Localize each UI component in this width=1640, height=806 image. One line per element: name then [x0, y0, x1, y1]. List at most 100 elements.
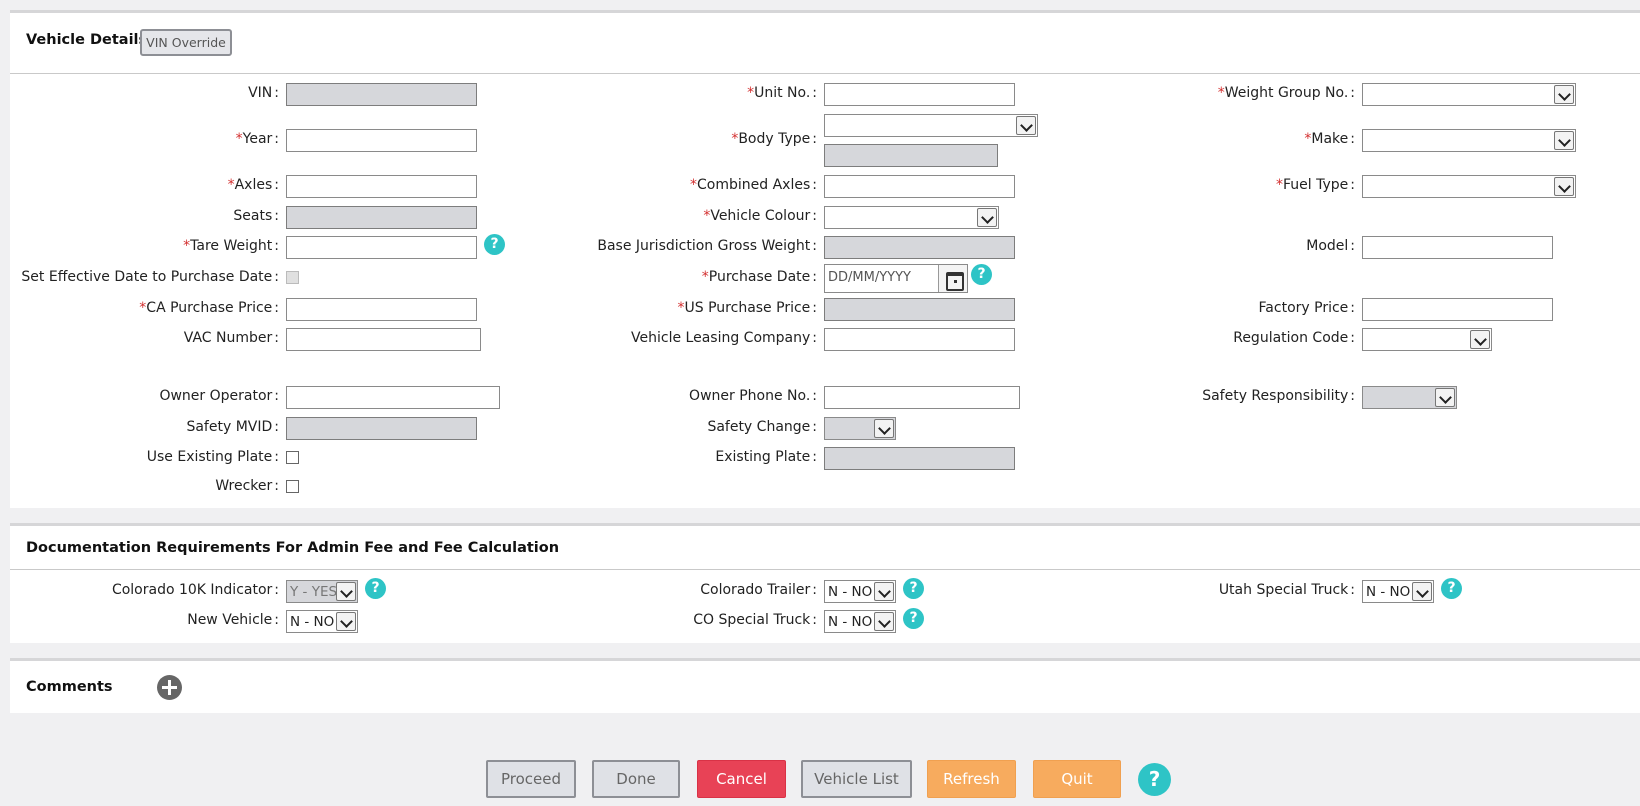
colorado-10k-select[interactable]: Y - YES — [286, 580, 358, 603]
owner-operator-input[interactable] — [286, 386, 500, 409]
set-effective-date-checkbox[interactable] — [286, 271, 299, 284]
safety-responsibility-label: Safety Responsibility: — [1202, 388, 1355, 404]
base-jurisdiction-gross-weight-label: Base Jurisdiction Gross Weight: — [597, 238, 817, 254]
co-special-truck-help-icon[interactable]: ? — [903, 608, 924, 629]
help-icon[interactable]: ? — [1138, 763, 1171, 796]
utah-special-truck-label: Utah Special Truck: — [1218, 582, 1355, 598]
axles-label: *Axles: — [227, 177, 279, 193]
owner-operator-label: Owner Operator: — [159, 388, 279, 404]
vac-number-label: VAC Number: — [183, 330, 279, 346]
chevron-down-icon — [1554, 85, 1574, 104]
co-special-truck-label: CO Special Truck: — [693, 612, 817, 628]
make-select[interactable] — [1362, 129, 1576, 152]
chevron-down-icon — [1554, 131, 1574, 150]
purchase-date-help-icon[interactable]: ? — [971, 264, 992, 285]
us-purchase-price-input[interactable] — [824, 298, 1015, 321]
ca-purchase-price-input[interactable] — [286, 298, 477, 321]
chevron-down-icon — [874, 612, 894, 631]
colorado-trailer-help-icon[interactable]: ? — [903, 578, 924, 599]
vehicle-colour-label: *Vehicle Colour: — [703, 208, 817, 224]
chevron-down-icon — [1470, 330, 1490, 349]
combined-axles-input[interactable] — [824, 175, 1015, 198]
done-button[interactable]: Done — [592, 760, 680, 798]
colorado-10k-help-icon[interactable]: ? — [365, 578, 386, 599]
chevron-down-icon — [977, 208, 997, 227]
colorado-trailer-select[interactable]: N - NO — [824, 580, 896, 603]
safety-mvid-label: Safety MVID: — [186, 419, 279, 435]
owner-phone-no-label: Owner Phone No.: — [689, 388, 817, 404]
body-type-select[interactable] — [824, 114, 1038, 137]
chevron-down-icon — [874, 419, 894, 438]
base-jurisdiction-gross-weight-input[interactable] — [824, 236, 1015, 259]
tare-weight-help-icon[interactable]: ? — [484, 234, 505, 255]
colorado-10k-label: Colorado 10K Indicator: — [111, 582, 279, 598]
safety-responsibility-select[interactable] — [1362, 386, 1457, 409]
factory-price-label: Factory Price: — [1258, 300, 1355, 316]
vehicle-leasing-company-input[interactable] — [824, 328, 1015, 351]
new-vehicle-select[interactable]: N - NO — [286, 610, 358, 633]
quit-button[interactable]: Quit — [1033, 760, 1121, 798]
tare-weight-label: *Tare Weight: — [183, 238, 279, 254]
weight-group-no-select[interactable] — [1362, 83, 1576, 106]
vehicle-colour-select[interactable] — [824, 206, 999, 229]
purchase-date-placeholder: DD/MM/YYYY — [828, 270, 911, 285]
year-input[interactable] — [286, 129, 477, 152]
regulation-code-select[interactable] — [1362, 328, 1492, 351]
vin-label: VIN: — [248, 85, 279, 101]
combined-axles-label: *Combined Axles: — [690, 177, 817, 193]
vin-override-button[interactable]: VIN Override — [140, 29, 232, 56]
use-existing-plate-label: Use Existing Plate: — [146, 449, 279, 465]
co-special-truck-select[interactable]: N - NO — [824, 610, 896, 633]
weight-group-no-label: *Weight Group No.: — [1217, 85, 1355, 101]
safety-change-select[interactable] — [824, 417, 896, 440]
purchase-date-field[interactable]: DD/MM/YYYY — [824, 264, 968, 293]
ca-purchase-price-label: *CA Purchase Price: — [139, 300, 279, 316]
proceed-button[interactable]: Proceed — [486, 760, 576, 798]
axles-input[interactable] — [286, 175, 477, 198]
fuel-type-label: *Fuel Type: — [1276, 177, 1355, 193]
utah-special-truck-select[interactable]: N - NO — [1362, 580, 1434, 603]
section-divider — [10, 569, 1640, 570]
year-label: *Year: — [235, 131, 279, 147]
body-type-label: *Body Type: — [731, 131, 817, 147]
refresh-button[interactable]: Refresh — [927, 760, 1016, 798]
use-existing-plate-checkbox[interactable] — [286, 451, 299, 464]
comments-panel — [10, 661, 1640, 713]
model-input[interactable] — [1362, 236, 1553, 259]
make-label: *Make: — [1304, 131, 1355, 147]
utah-special-truck-help-icon[interactable]: ? — [1441, 578, 1462, 599]
add-comment-icon[interactable] — [157, 675, 182, 700]
chevron-down-icon — [336, 582, 356, 601]
purchase-date-label: *Purchase Date: — [701, 269, 817, 285]
cancel-button[interactable]: Cancel — [697, 760, 786, 798]
body-type-description-input[interactable] — [824, 144, 998, 167]
wrecker-label: Wrecker: — [215, 478, 279, 494]
chevron-down-icon — [1016, 116, 1036, 135]
existing-plate-input[interactable] — [824, 447, 1015, 470]
chevron-down-icon — [336, 612, 356, 631]
calendar-icon[interactable] — [938, 265, 967, 292]
comments-title: Comments — [26, 679, 113, 695]
unit-no-input[interactable] — [824, 83, 1015, 106]
chevron-down-icon — [1435, 388, 1455, 407]
fuel-type-select[interactable] — [1362, 175, 1576, 198]
safety-mvid-input[interactable] — [286, 417, 477, 440]
regulation-code-label: Regulation Code: — [1233, 330, 1355, 346]
unit-no-label: *Unit No.: — [747, 85, 817, 101]
vac-number-input[interactable] — [286, 328, 481, 351]
chevron-down-icon — [874, 582, 894, 601]
wrecker-checkbox[interactable] — [286, 480, 299, 493]
safety-change-label: Safety Change: — [707, 419, 817, 435]
seats-input[interactable] — [286, 206, 477, 229]
vehicle-details-title: Vehicle Details — [26, 32, 148, 48]
seats-label: Seats: — [233, 208, 279, 224]
tare-weight-input[interactable] — [286, 236, 477, 259]
vin-input[interactable] — [286, 83, 477, 106]
vehicle-leasing-company-label: Vehicle Leasing Company: — [631, 330, 817, 346]
us-purchase-price-label: *US Purchase Price: — [677, 300, 817, 316]
model-label: Model: — [1306, 238, 1355, 254]
factory-price-input[interactable] — [1362, 298, 1553, 321]
new-vehicle-label: New Vehicle: — [187, 612, 279, 628]
vehicle-list-button[interactable]: Vehicle List — [801, 760, 912, 798]
owner-phone-no-input[interactable] — [824, 386, 1020, 409]
